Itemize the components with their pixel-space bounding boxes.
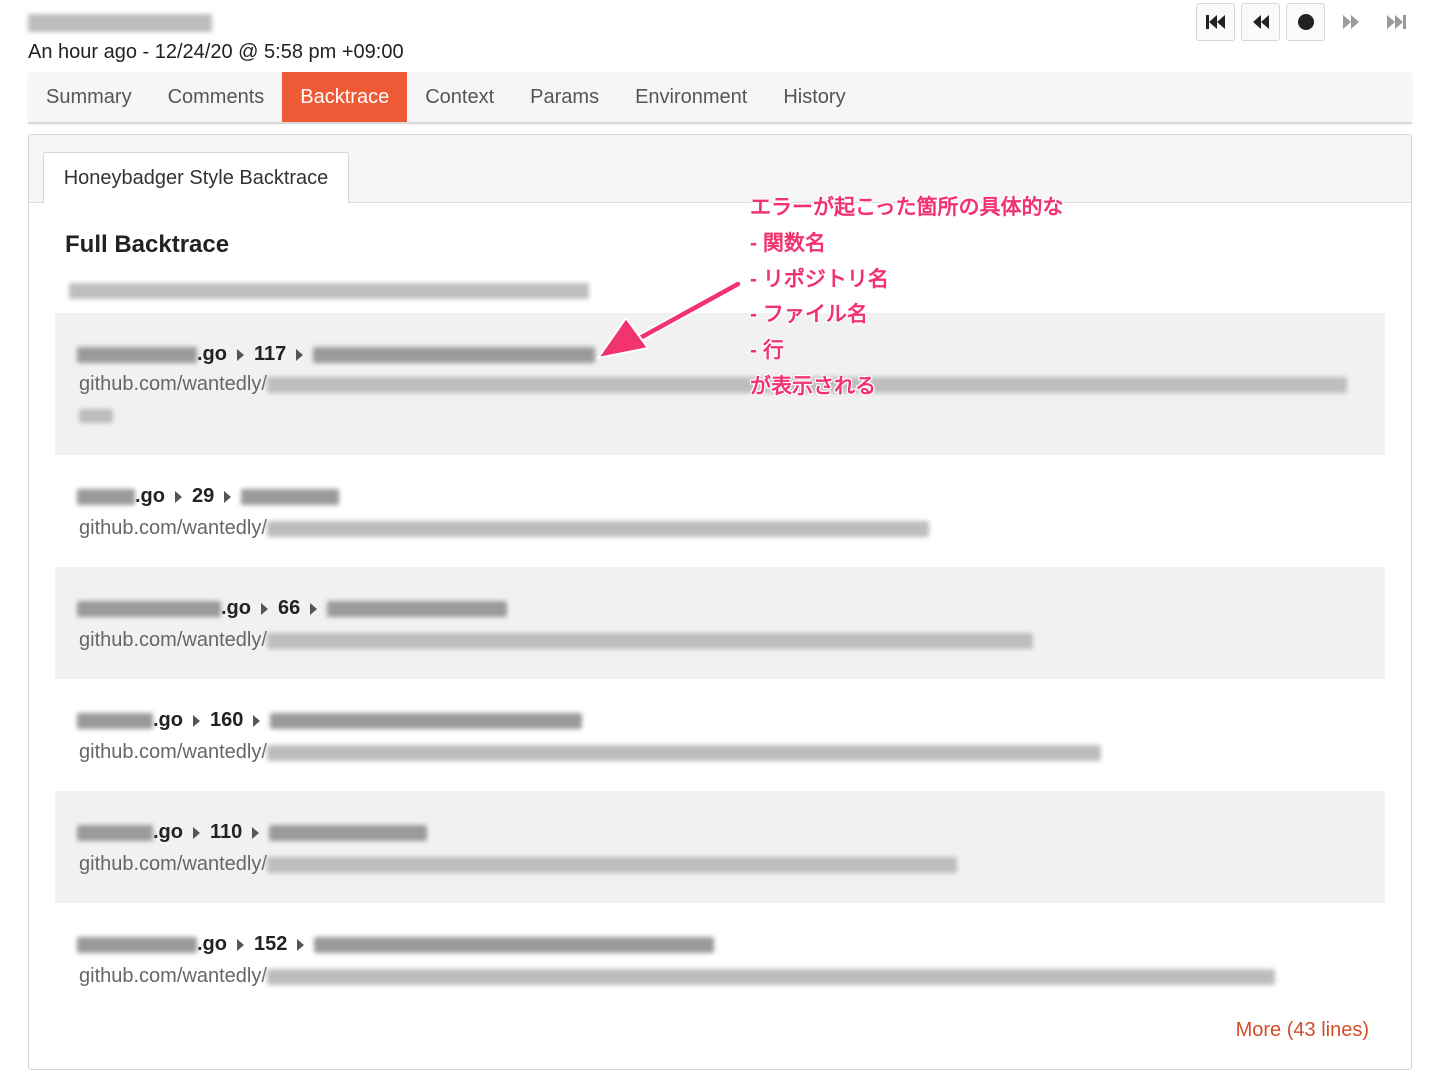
repo-path-redacted bbox=[266, 632, 1033, 649]
frame-repo-path: github.com/wantedly/ bbox=[79, 629, 1033, 652]
repo-prefix: github.com/wantedly/ bbox=[79, 517, 267, 539]
annotation-line: エラーが起こった箇所の具体的な bbox=[750, 196, 1064, 219]
frame-repo-path: github.com/wantedly/ bbox=[79, 741, 1101, 764]
current-notice-button[interactable] bbox=[1286, 3, 1325, 41]
file-extension: .go bbox=[197, 933, 227, 955]
tab-context[interactable]: Context bbox=[407, 72, 512, 122]
file-extension: .go bbox=[221, 597, 251, 619]
repo-path-redacted-wrap bbox=[79, 409, 113, 423]
repo-path-redacted bbox=[266, 744, 1101, 761]
frame-location: .go 110 bbox=[77, 821, 428, 844]
caret-right-icon bbox=[310, 602, 318, 615]
section-title: Full Backtrace bbox=[65, 231, 230, 258]
caret-right-icon bbox=[193, 826, 200, 839]
tab-history[interactable]: History bbox=[765, 72, 863, 122]
detail-tabs: Summary Comments Backtrace Context Param… bbox=[28, 72, 1412, 124]
caret-right-icon bbox=[252, 826, 260, 839]
caret-right-icon bbox=[237, 938, 244, 951]
file-extension: .go bbox=[153, 709, 183, 731]
error-message-redacted bbox=[69, 283, 589, 299]
annotation-line: - 行 bbox=[750, 339, 784, 363]
repo-prefix: github.com/wantedly/ bbox=[79, 629, 267, 651]
file-name-redacted bbox=[77, 936, 197, 953]
caret-right-icon bbox=[296, 348, 304, 361]
next-icon bbox=[1342, 15, 1359, 29]
backtrace-frame[interactable]: .go 29 github.com/wantedly/ bbox=[55, 455, 1385, 567]
skip-to-first-icon bbox=[1205, 15, 1225, 29]
occurrence-timestamp: An hour ago - 12/24/20 @ 5:58 pm +09:00 bbox=[28, 41, 404, 63]
frame-location: .go 117 bbox=[77, 343, 596, 366]
backtrace-panel: Honeybadger Style Backtrace Full Backtra… bbox=[28, 134, 1412, 1070]
frame-location: .go 29 bbox=[77, 485, 340, 508]
first-notice-button[interactable] bbox=[1196, 3, 1235, 41]
caret-right-icon bbox=[261, 602, 268, 615]
frame-repo-path: github.com/wantedly/ bbox=[79, 517, 929, 540]
backtrace-frame[interactable]: .go 117 github.com/wantedly/ bbox=[55, 313, 1385, 455]
function-name-redacted bbox=[313, 346, 596, 363]
frame-location: .go 152 bbox=[77, 933, 715, 956]
backtrace-frame[interactable]: .go 110 github.com/wantedly/ bbox=[55, 791, 1385, 903]
caret-right-icon bbox=[297, 938, 305, 951]
previous-notice-button[interactable] bbox=[1241, 3, 1280, 41]
frame-location: .go 66 bbox=[77, 597, 508, 620]
caret-right-icon bbox=[224, 490, 232, 503]
backtrace-frame[interactable]: .go 160 github.com/wantedly/ bbox=[55, 679, 1385, 791]
caret-right-icon bbox=[253, 714, 261, 727]
backtrace-frame[interactable]: .go 152 github.com/wantedly/ bbox=[55, 903, 1385, 1015]
repo-path-redacted bbox=[266, 856, 957, 873]
file-name-redacted bbox=[77, 712, 153, 729]
frame-location: .go 160 bbox=[77, 709, 583, 732]
line-number: 29 bbox=[192, 485, 215, 507]
file-extension: .go bbox=[135, 485, 165, 507]
skip-to-last-icon bbox=[1386, 15, 1406, 29]
line-number: 152 bbox=[254, 933, 288, 955]
repo-prefix: github.com/wantedly/ bbox=[79, 373, 267, 395]
function-name-redacted bbox=[314, 936, 715, 953]
caret-right-icon bbox=[237, 348, 244, 361]
last-notice-button[interactable] bbox=[1376, 3, 1415, 41]
frame-repo-path: github.com/wantedly/ bbox=[79, 965, 1275, 988]
tab-honeybadger-style-backtrace[interactable]: Honeybadger Style Backtrace bbox=[43, 152, 349, 204]
frame-repo-path: github.com/wantedly/ bbox=[79, 373, 1347, 396]
file-name-redacted bbox=[77, 824, 153, 841]
repo-prefix: github.com/wantedly/ bbox=[79, 741, 267, 763]
tab-summary[interactable]: Summary bbox=[28, 72, 150, 122]
tab-params[interactable]: Params bbox=[512, 72, 617, 122]
line-number: 110 bbox=[210, 821, 243, 843]
backtrace-frame[interactable]: .go 66 github.com/wantedly/ bbox=[55, 567, 1385, 679]
annotation-line: - 関数名 bbox=[750, 231, 826, 255]
more-lines-link[interactable]: More (43 lines) bbox=[1236, 1019, 1369, 1042]
file-name-redacted bbox=[77, 600, 221, 617]
repo-prefix: github.com/wantedly/ bbox=[79, 853, 267, 875]
record-dot-icon bbox=[1297, 14, 1314, 30]
error-title-redacted bbox=[28, 14, 212, 32]
previous-icon bbox=[1252, 15, 1269, 29]
caret-right-icon bbox=[175, 490, 182, 503]
next-notice-button[interactable] bbox=[1331, 3, 1370, 41]
function-name-redacted bbox=[269, 824, 428, 841]
repo-path-redacted bbox=[266, 968, 1275, 985]
annotation-line: が表示される bbox=[750, 374, 876, 398]
file-extension: .go bbox=[153, 821, 183, 843]
repo-path-redacted bbox=[266, 520, 929, 537]
repo-prefix: github.com/wantedly/ bbox=[79, 965, 267, 987]
line-number: 66 bbox=[278, 597, 301, 619]
notice-navigation bbox=[1196, 3, 1415, 41]
tab-environment[interactable]: Environment bbox=[617, 72, 765, 122]
frame-repo-path: github.com/wantedly/ bbox=[79, 853, 957, 876]
annotation-line: - リポジトリ名 bbox=[750, 267, 889, 291]
function-name-redacted bbox=[327, 600, 508, 617]
tab-comments[interactable]: Comments bbox=[150, 72, 283, 122]
file-extension: .go bbox=[197, 343, 227, 365]
annotation-line: - ファイル名 bbox=[750, 303, 868, 327]
line-number: 117 bbox=[254, 343, 287, 365]
file-name-redacted bbox=[77, 346, 197, 363]
tab-backtrace[interactable]: Backtrace bbox=[282, 72, 408, 122]
line-number: 160 bbox=[210, 709, 244, 731]
caret-right-icon bbox=[193, 714, 200, 727]
file-name-redacted bbox=[77, 488, 135, 505]
function-name-redacted bbox=[270, 712, 583, 729]
function-name-redacted bbox=[241, 488, 340, 505]
annotation-callout: エラーが起こった箇所の具体的な - 関数名 - リポジトリ名 - ファイル名 -… bbox=[750, 190, 1064, 405]
